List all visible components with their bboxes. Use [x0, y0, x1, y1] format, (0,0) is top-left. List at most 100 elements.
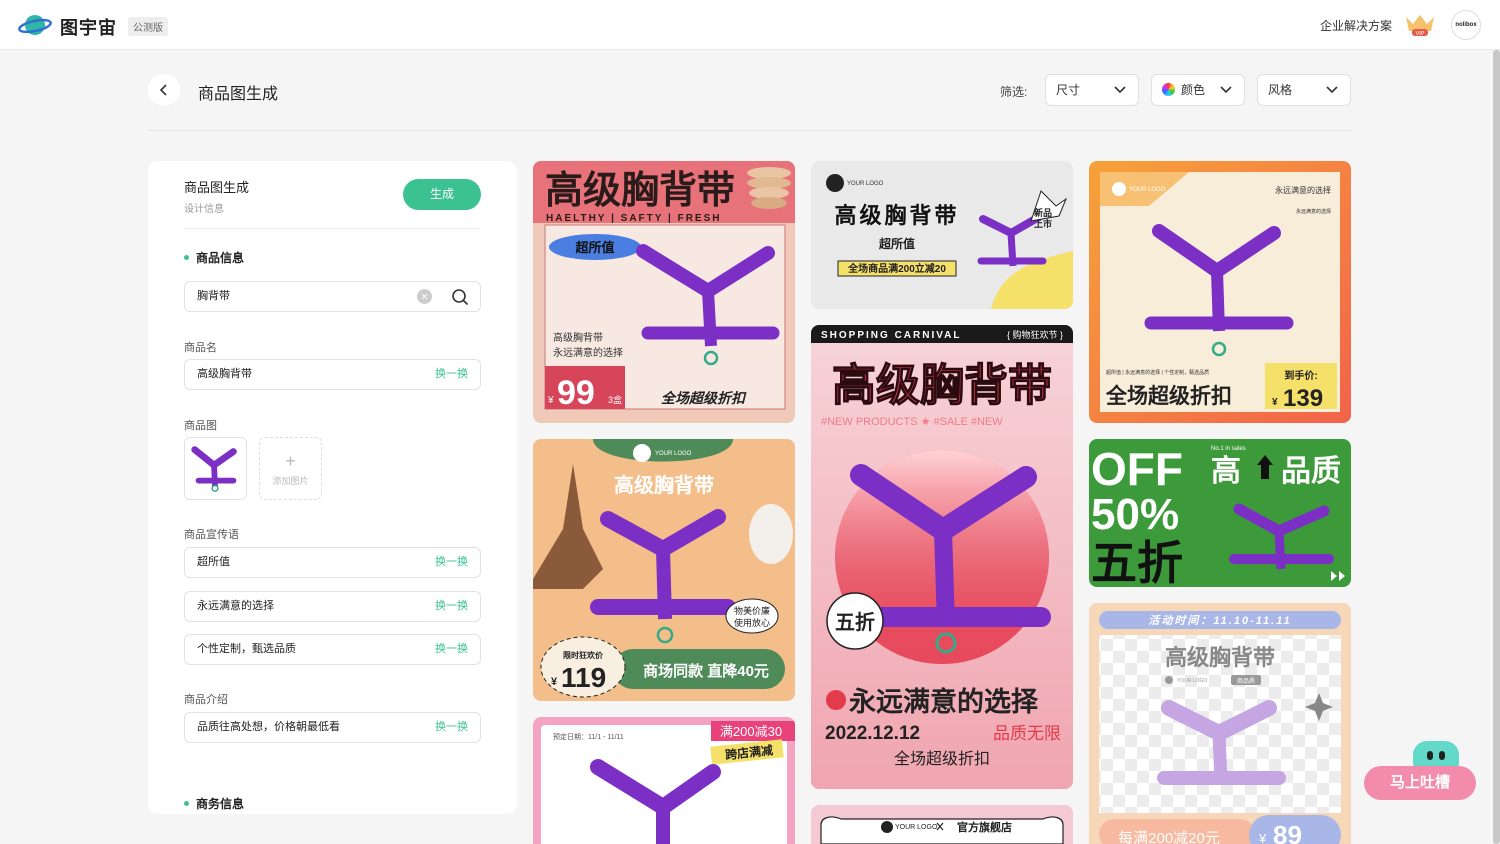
result-card-2[interactable]: YOUR LOGO 高级胸背带 超所值 全场商品满200立减20 新品 上市 [811, 161, 1073, 309]
poster-6-title2: 品质 [1281, 455, 1341, 488]
section-business-info: 商务信息 [184, 795, 244, 812]
poster-3-small: 超所值 | 永远满意的选择 | 个性定制，甄选品质 [1106, 369, 1209, 376]
poster-6-pct: 50% [1091, 490, 1179, 539]
poster-5: YOUR LOGO 高级胸背带 物美价廉 使用放心 商场同款 直降40元 限时狂… [533, 439, 793, 698]
poster-5-logo: YOUR LOGO [655, 451, 692, 457]
poster-3-tag1: 永远满意的选择 [1275, 185, 1331, 195]
poster-3-currency: ¥ [1272, 397, 1278, 408]
chevron-down-icon [1220, 86, 1232, 94]
color-filter-select[interactable]: 颜色 [1151, 74, 1245, 106]
poster-6-title: 高 [1211, 455, 1241, 488]
vip-label: VIP [1416, 31, 1425, 37]
search-icon[interactable] [451, 288, 469, 306]
poster-4-header-r: { 购物狂欢节 } [1007, 329, 1063, 340]
page-scrollbar[interactable] [1493, 50, 1500, 844]
poster-8-store: 官方旗舰店 [957, 820, 1012, 834]
poster-8-logo: YOUR LOGO [895, 824, 938, 831]
avatar[interactable]: nolibox [1451, 10, 1481, 40]
panel-divider [184, 228, 481, 229]
color-filter-label: 颜色 [1181, 83, 1206, 97]
poster-7-date: 预定日期：11/1 - 11/11 [553, 732, 624, 741]
back-button[interactable] [148, 74, 180, 106]
slogan-field-2[interactable]: 永远满意的选择 换一换 [184, 591, 481, 622]
add-image-button[interactable]: + 添加图片 [259, 437, 322, 500]
clear-icon[interactable] [417, 289, 432, 304]
poster-9-currency: ¥ [1258, 831, 1267, 844]
swap-button[interactable]: 换一换 [435, 635, 468, 664]
harness-image [191, 446, 237, 492]
poster-3-tag2: 永远满意的选择 [1296, 208, 1331, 215]
poster-2-title: 高级胸背带 [834, 203, 959, 228]
size-filter-select[interactable]: 尺寸 [1045, 74, 1139, 106]
intro-value: 品质往高处想，价格朝最低看 [197, 721, 340, 733]
poster-2-new1: 新品 [1034, 207, 1052, 218]
poster-7-promo1: 满200减30 [720, 724, 782, 739]
poster-2-promo: 全场商品满200立减20 [847, 262, 946, 275]
enterprise-link[interactable]: 企业解决方案 [1320, 17, 1392, 34]
poster-4-burst: 五折 [835, 610, 875, 634]
poster-2-logo: YOUR LOGO [847, 181, 884, 187]
poster-2-new2: 上市 [1034, 218, 1052, 229]
poster-3-price: 139 [1283, 385, 1323, 412]
poster-5-bubble1: 物美价廉 [734, 605, 770, 616]
swap-button[interactable]: 换一换 [435, 713, 468, 742]
poster-4: SHOPPING CARNIVAL { 购物狂欢节 } 高级胸背带 #NEW P… [811, 325, 1073, 768]
app-name[interactable]: 图宇宙 [60, 14, 117, 40]
poster-1-cta: 全场超级折扣 [661, 390, 747, 406]
intro-field[interactable]: 品质往高处想，价格朝最低看 换一换 [184, 712, 481, 743]
result-card-5[interactable]: YOUR LOGO 高级胸背带 物美价廉 使用放心 商场同款 直降40元 限时狂… [533, 439, 795, 701]
slogan-value: 永远满意的选择 [197, 600, 274, 612]
result-card-1[interactable]: 高级胸背带 HAELTHY | SAFTY | FRESH 超所值 高级胸背带 … [533, 161, 795, 423]
poster-1-title: 高级胸背带 [545, 170, 735, 212]
product-name-value: 高级胸背带 [197, 368, 252, 380]
product-image-thumbnail[interactable] [184, 437, 247, 500]
poster-6-off: OFF [1091, 443, 1183, 495]
style-filter-select[interactable]: 风格 [1257, 74, 1351, 106]
poster-9-banner: 活动时间：11.10-11.11 [1148, 614, 1291, 627]
poster-3-price-label: 到手价: [1284, 369, 1317, 382]
poster-9-logo: YOUR LOGO [1177, 678, 1207, 684]
result-card-8[interactable]: YOUR LOGO 官方旗舰店 [811, 805, 1073, 844]
poster-4-title: 高级胸背带 [832, 361, 1052, 410]
poster-4-date: 2022.12.12 [825, 723, 920, 744]
poster-2: YOUR LOGO 高级胸背带 超所值 全场商品满200立减20 新品 上市 [826, 174, 1073, 309]
product-search-input[interactable]: 胸背带 [184, 281, 481, 312]
color-wheel-icon [1162, 83, 1175, 96]
product-name-field[interactable]: 高级胸背带 换一换 [184, 359, 481, 390]
slogan-field-3[interactable]: 个性定制，甄选品质 换一换 [184, 634, 481, 665]
swap-button[interactable]: 换一换 [435, 548, 468, 577]
header-divider [148, 130, 1352, 131]
generate-button[interactable]: 生成 [403, 179, 481, 210]
design-info-panel: 商品图生成 设计信息 生成 商品信息 胸背带 商品名 高级胸背带 换一换 商品图… [148, 161, 517, 814]
poster-1-currency: ¥ [547, 395, 554, 406]
result-card-7[interactable]: 预定日期：11/1 - 11/11 满200减30 跨店满减 [533, 717, 795, 844]
poster-1-tagline: HAELTHY | SAFTY | FRESH [546, 213, 722, 224]
poster-5-bubble2: 使用放心 [734, 617, 770, 628]
swap-button[interactable]: 换一换 [435, 360, 468, 389]
poster-9: 活动时间：11.10-11.11 高级胸背带 YOUR LOGO 商品质 每满2… [1099, 611, 1341, 844]
poster-6-no1: No.1 in sales [1211, 446, 1246, 452]
filter-label: 筛选: [1000, 85, 1028, 99]
vip-crown-icon[interactable]: VIP [1404, 13, 1436, 37]
slogan-field-1[interactable]: 超所值 换一换 [184, 547, 481, 578]
section-product-info: 商品信息 [184, 249, 244, 266]
slogan-label: 商品宣传语 [184, 529, 239, 541]
result-card-3[interactable]: YOUR LOGO 永远满意的选择 永远满意的选择 超所值 | 永远满意的选择 … [1089, 161, 1351, 423]
result-card-9[interactable]: 活动时间：11.10-11.11 高级胸背带 YOUR LOGO 商品质 每满2… [1089, 603, 1351, 844]
feedback-button[interactable]: 马上吐槽 [1364, 766, 1476, 800]
poster-7: 预定日期：11/1 - 11/11 满200减30 跨店满减 [541, 721, 795, 844]
beta-badge: 公测版 [128, 17, 168, 36]
top-bar: 图宇宙 公测版 企业解决方案 VIP nolibox [0, 0, 1500, 50]
intro-label: 商品介绍 [184, 694, 228, 706]
planet-logo-icon[interactable] [18, 12, 52, 38]
poster-1: 高级胸背带 HAELTHY | SAFTY | FRESH 超所值 高级胸背带 … [533, 161, 795, 412]
poster-3-logo: YOUR LOGO [1129, 187, 1166, 193]
result-card-6[interactable]: OFF 50% 五折 No.1 in sales 高 品质 [1089, 439, 1351, 587]
chevron-down-icon [1326, 86, 1338, 94]
poster-4-tags: #NEW PRODUCTS ★ #SALE #NEW [821, 416, 1003, 428]
poster-9-title: 高级胸背带 [1165, 645, 1275, 670]
result-card-4[interactable]: SHOPPING CARNIVAL { 购物狂欢节 } 高级胸背带 #NEW P… [811, 325, 1073, 789]
slogan-value: 个性定制，甄选品质 [197, 643, 296, 655]
swap-button[interactable]: 换一换 [435, 592, 468, 621]
poster-6: OFF 50% 五折 No.1 in sales 高 品质 [1091, 443, 1345, 587]
